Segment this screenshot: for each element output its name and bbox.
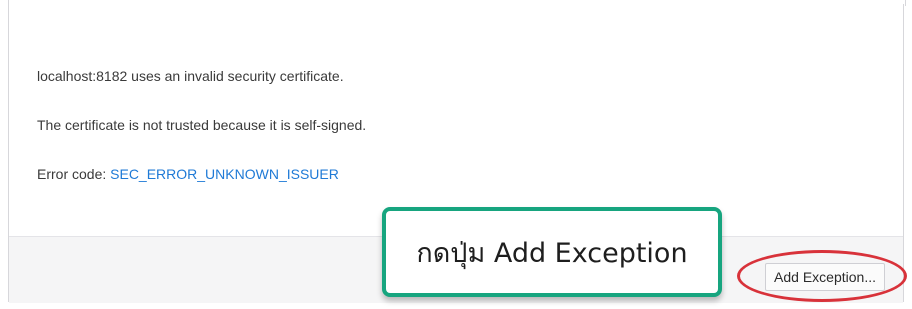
instruction-callout: กดปุ่ม Add Exception (382, 207, 722, 297)
self-signed-message: The certificate is not trusted because i… (37, 117, 367, 133)
add-exception-button[interactable]: Add Exception... (765, 263, 885, 291)
error-code-label: Error code: (37, 166, 111, 182)
invalid-certificate-message: localhost:8182 uses an invalid security … (37, 68, 344, 84)
error-code-link[interactable]: SEC_ERROR_UNKNOWN_ISSUER (110, 166, 339, 182)
page: localhost:8182 uses an invalid security … (0, 0, 912, 309)
callout-text: กดปุ่ม Add Exception (416, 237, 688, 269)
error-code-line: Error code: SEC_ERROR_UNKNOWN_ISSUER (37, 166, 339, 182)
